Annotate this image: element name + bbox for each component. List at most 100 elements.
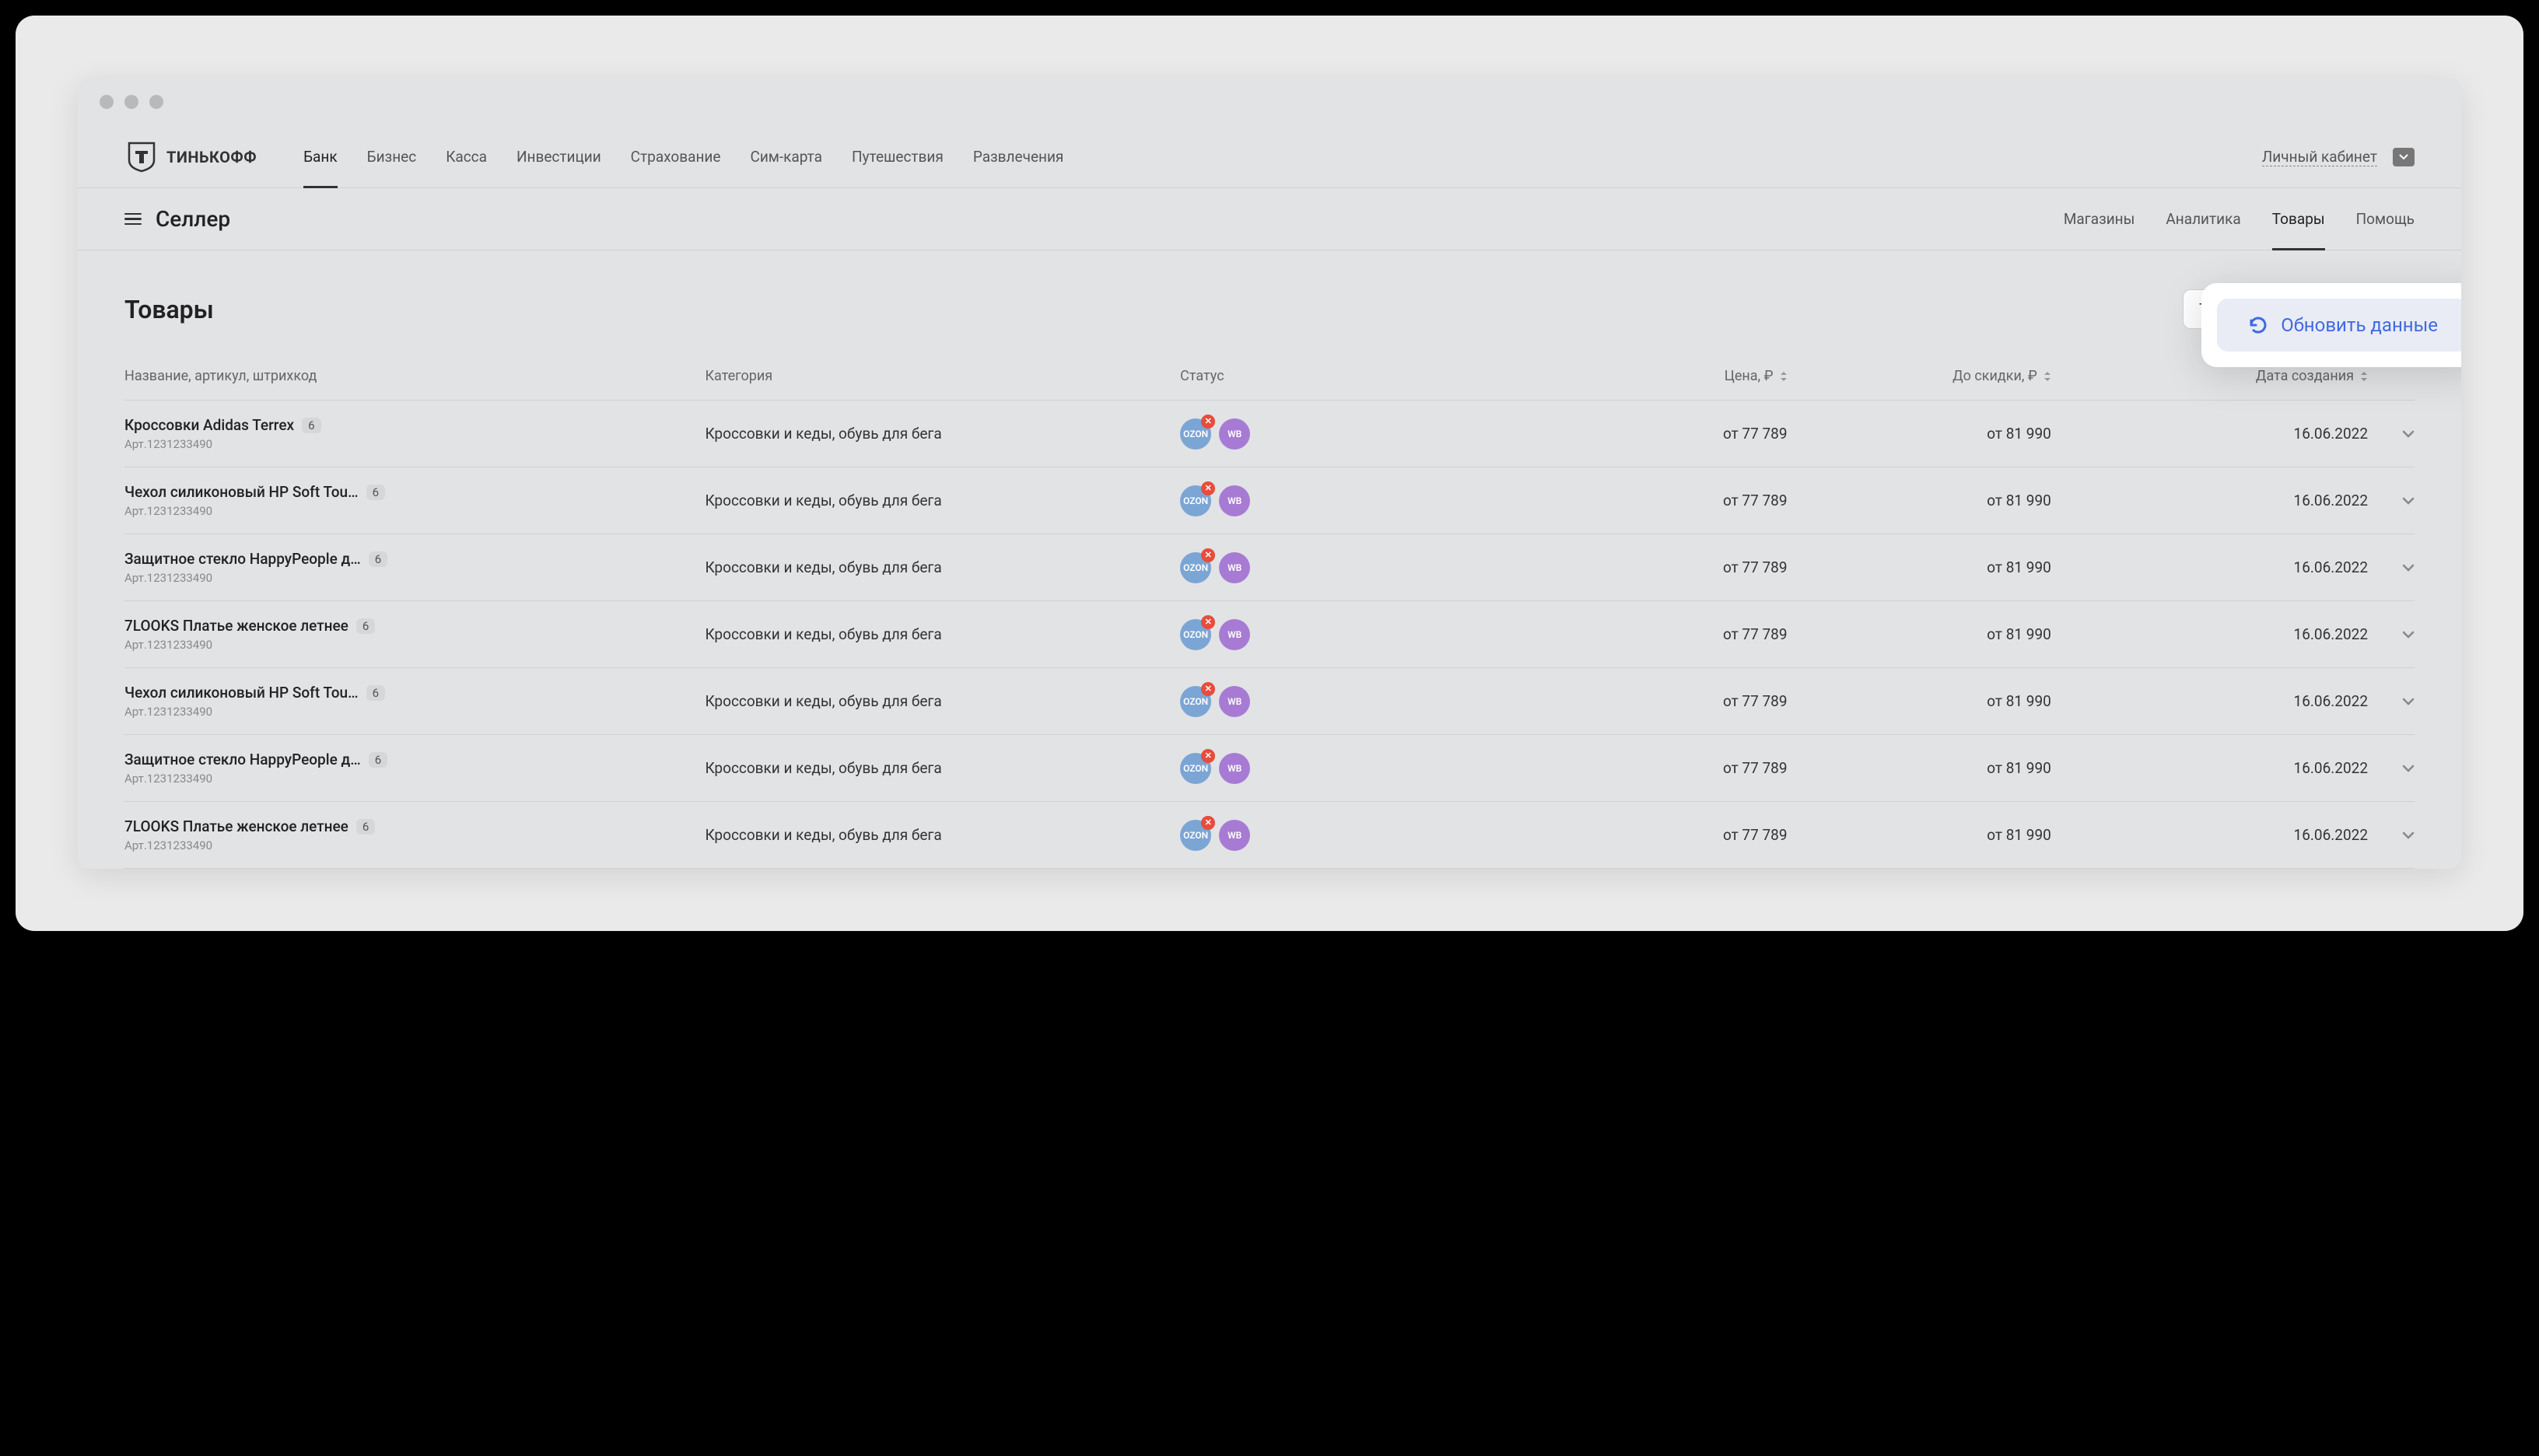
product-name[interactable]: Защитное стекло HappyPeople д… [124,751,361,768]
product-price: от 77 789 [1523,492,1787,509]
chevron-down-icon [2402,831,2415,839]
product-name[interactable]: Кроссовки Adidas Terrex [124,416,294,434]
table-row: Кроссовки Adidas Terrex 6 Арт.1231233490… [124,401,2415,467]
section-title: Селлер [156,206,230,232]
expand-row-button[interactable] [2368,631,2415,639]
table-row: Защитное стекло HappyPeople д… 6 Арт.123… [124,534,2415,601]
ozon-status-badge[interactable]: OZON ✕ [1180,552,1211,583]
sub-nav-item-2[interactable]: Товары [2272,188,2325,250]
refresh-data-button[interactable]: Обновить данные [2217,299,2461,352]
sub-nav-item-0[interactable]: Магазины [2064,188,2135,250]
nav-item-1[interactable]: Бизнес [367,126,417,187]
product-name[interactable]: Чехол силиконовый HP Soft Tou… [124,483,359,501]
ozon-status-badge[interactable]: OZON ✕ [1180,619,1211,650]
column-date[interactable]: Дата создания [2051,368,2368,384]
product-sku: Арт.1231233490 [124,571,705,585]
wb-status-badge[interactable]: WB [1219,619,1250,650]
expand-row-button[interactable] [2368,564,2415,572]
language-selector[interactable] [2393,148,2415,166]
error-icon: ✕ [1201,415,1215,429]
column-category[interactable]: Категория [705,368,1180,384]
logo-shield-icon [124,140,159,174]
column-status[interactable]: Статус [1180,368,1523,384]
sub-nav-item-3[interactable]: Помощь [2356,188,2415,250]
product-status: OZON ✕ WB [1180,619,1523,650]
product-name[interactable]: Защитное стекло HappyPeople д… [124,550,361,568]
ozon-status-badge[interactable]: OZON ✕ [1180,485,1211,516]
chevron-down-icon [2402,564,2415,572]
product-name-cell: Чехол силиконовый HP Soft Tou… 6 Арт.123… [124,684,705,719]
ozon-status-badge[interactable]: OZON ✕ [1180,820,1211,851]
product-name[interactable]: Чехол силиконовый HP Soft Tou… [124,684,359,702]
nav-item-6[interactable]: Путешествия [852,126,944,187]
product-count-badge: 6 [366,685,385,701]
ozon-status-badge[interactable]: OZON ✕ [1180,418,1211,450]
personal-cabinet-link[interactable]: Личный кабинет [2262,148,2377,166]
nav-item-0[interactable]: Банк [303,126,338,187]
product-discount-price: от 81 990 [1788,625,2051,643]
product-name-cell: Чехол силиконовый HP Soft Tou… 6 Арт.123… [124,483,705,518]
logo[interactable]: ТИНЬКОФФ [124,140,257,174]
nav-item-4[interactable]: Страхование [631,126,721,187]
table-row: Чехол силиконовый HP Soft Tou… 6 Арт.123… [124,467,2415,534]
product-name[interactable]: 7LOOKS Платье женское летнее [124,617,348,635]
maximize-window-icon[interactable] [149,95,163,109]
chevron-down-icon [2402,430,2415,438]
close-window-icon[interactable] [100,95,114,109]
expand-row-button[interactable] [2368,430,2415,438]
nav-item-3[interactable]: Инвестиции [517,126,601,187]
column-name[interactable]: Название, артикул, штрихкод [124,368,705,384]
nav-item-7[interactable]: Развлечения [973,126,1064,187]
sub-navigation: Селлер Магазины Аналитика Товары Помощь [78,188,2461,250]
expand-row-button[interactable] [2368,831,2415,839]
product-price: от 77 789 [1523,558,1787,576]
wb-status-badge[interactable]: WB [1219,820,1250,851]
refresh-popup: Обновить данные [2201,283,2461,367]
product-discount-price: от 81 990 [1788,759,2051,777]
products-table: Название, артикул, штрихкод Категория Ст… [124,368,2415,869]
product-discount-price: от 81 990 [1788,692,2051,710]
wb-status-badge[interactable]: WB [1219,753,1250,784]
product-discount-price: от 81 990 [1788,492,2051,509]
wb-status-badge[interactable]: WB [1219,686,1250,717]
error-icon: ✕ [1201,615,1215,629]
product-status: OZON ✕ WB [1180,485,1523,516]
error-icon: ✕ [1201,682,1215,696]
ozon-status-badge[interactable]: OZON ✕ [1180,753,1211,784]
chevron-down-icon [2402,698,2415,705]
product-category: Кроссовки и кеды, обувь для бега [705,826,1180,844]
product-price: от 77 789 [1523,826,1787,844]
product-category: Кроссовки и кеды, обувь для бега [705,692,1180,710]
product-count-badge: 6 [356,819,375,835]
product-date: 16.06.2022 [2051,625,2368,643]
product-category: Кроссовки и кеды, обувь для бега [705,492,1180,509]
expand-row-button[interactable] [2368,698,2415,705]
expand-row-button[interactable] [2368,765,2415,772]
chevron-down-icon [2402,765,2415,772]
error-icon: ✕ [1201,749,1215,763]
product-status: OZON ✕ WB [1180,686,1523,717]
product-name[interactable]: 7LOOKS Платье женское летнее [124,817,348,835]
nav-item-5[interactable]: Сим-карта [750,126,822,187]
product-status: OZON ✕ WB [1180,753,1523,784]
nav-item-2[interactable]: Касса [446,126,487,187]
refresh-icon [2248,315,2268,335]
menu-icon[interactable] [124,210,142,229]
ozon-status-badge[interactable]: OZON ✕ [1180,686,1211,717]
product-sku: Арт.1231233490 [124,437,705,451]
expand-row-button[interactable] [2368,497,2415,505]
product-date: 16.06.2022 [2051,425,2368,443]
product-count-badge: 6 [302,418,320,433]
product-sku: Арт.1231233490 [124,504,705,518]
sub-nav-item-1[interactable]: Аналитика [2166,188,2240,250]
logo-text: ТИНЬКОФФ [166,148,257,166]
minimize-window-icon[interactable] [124,95,138,109]
wb-status-badge[interactable]: WB [1219,418,1250,450]
wb-status-badge[interactable]: WB [1219,552,1250,583]
table-row: Защитное стекло HappyPeople д… 6 Арт.123… [124,735,2415,802]
product-name-cell: Защитное стекло HappyPeople д… 6 Арт.123… [124,751,705,786]
column-price[interactable]: Цена, ₽ [1523,368,1787,384]
error-icon: ✕ [1201,548,1215,562]
column-discount[interactable]: До скидки, ₽ [1788,368,2051,384]
wb-status-badge[interactable]: WB [1219,485,1250,516]
